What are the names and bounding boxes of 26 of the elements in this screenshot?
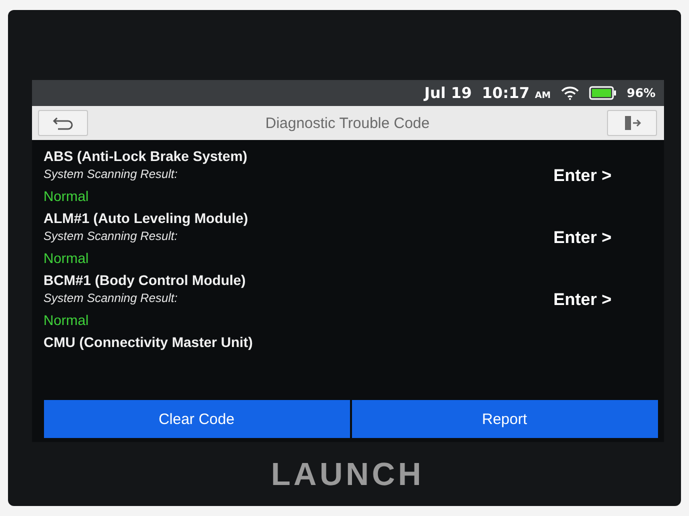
date-text: Jul 19 [424, 84, 472, 102]
action-button[interactable]: Clear Code [44, 400, 350, 438]
screen-title: Diagnostic Trouble Code [265, 114, 430, 132]
time-text: 10:17 AM [482, 84, 551, 102]
system-name: ALM#1 (Auto Leveling Module) [44, 210, 248, 226]
back-arrow-icon [52, 116, 74, 130]
battery-percent: 96% [626, 86, 656, 100]
enter-button[interactable]: Enter > [547, 289, 618, 311]
exit-button[interactable] [607, 110, 658, 136]
system-name: CMU (Connectivity Master Unit) [44, 334, 253, 350]
back-button[interactable] [38, 110, 88, 136]
result-status: Normal [44, 312, 90, 328]
system-name: BCM#1 (Body Control Module) [44, 272, 246, 288]
battery-icon [588, 86, 617, 100]
brand-logo: LAUNCH [270, 456, 424, 493]
result-status: Normal [44, 188, 90, 204]
wifi-icon [560, 86, 579, 100]
system-name: ABS (Anti-Lock Brake System) [44, 148, 248, 164]
result-status: Normal [44, 250, 90, 266]
action-button[interactable]: Report [352, 400, 658, 438]
result-label: System Scanning Result: [44, 229, 179, 243]
enter-button[interactable]: Enter > [547, 165, 618, 187]
result-label: System Scanning Result: [44, 167, 179, 181]
exit-door-icon [623, 115, 642, 131]
result-label: System Scanning Result: [44, 291, 179, 305]
enter-button[interactable]: Enter > [547, 227, 618, 249]
